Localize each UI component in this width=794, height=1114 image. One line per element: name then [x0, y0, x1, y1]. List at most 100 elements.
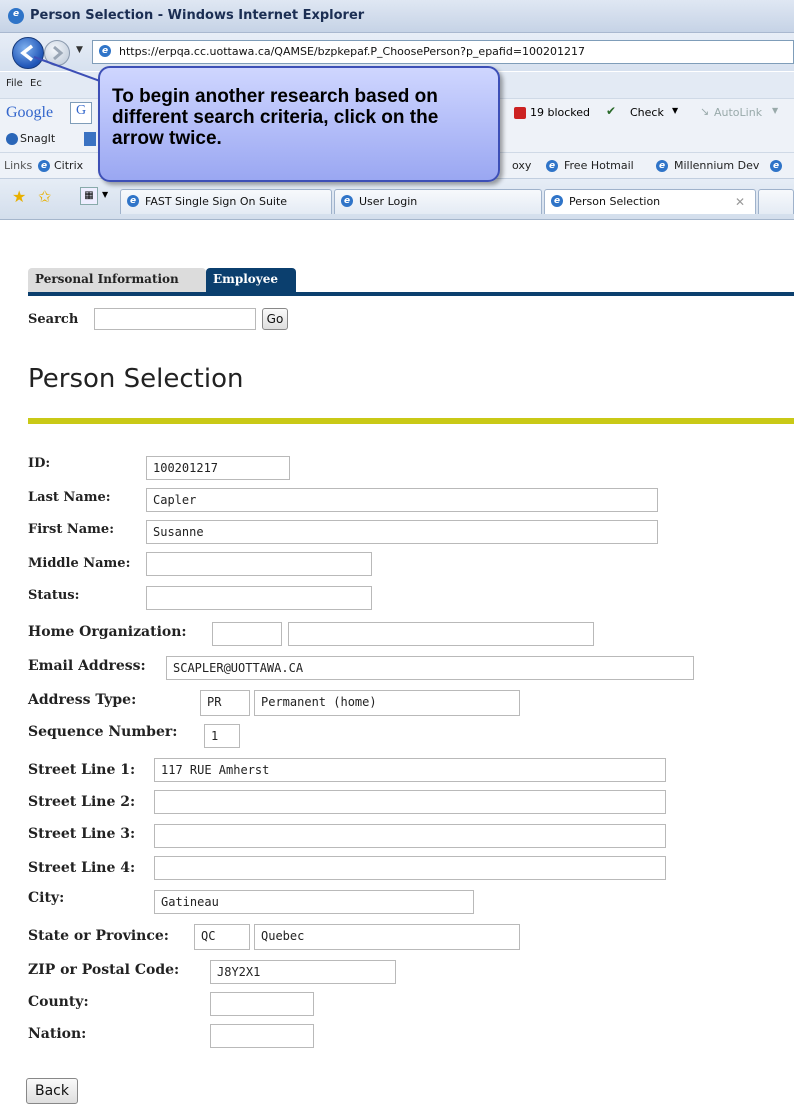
title-divider	[28, 418, 794, 424]
snagit-icon	[6, 133, 18, 145]
county-label: County:	[28, 994, 89, 1010]
back-button[interactable]: Back	[26, 1078, 78, 1104]
email-field[interactable]: SCAPLER@UOTTAWA.CA	[166, 656, 694, 680]
tab-label: Person Selection	[569, 195, 661, 208]
email-label: Email Address:	[28, 658, 146, 674]
first-name-label: First Name:	[28, 522, 114, 537]
tab-ie-icon: e	[341, 195, 353, 207]
street-line-3-field[interactable]	[154, 824, 666, 848]
tab-label: Personal Information	[35, 272, 179, 286]
search-label: Search	[28, 312, 79, 327]
popup-blocker-icon	[514, 107, 526, 119]
callout-text: To begin another research based on diffe…	[112, 86, 439, 149]
address-type-code-field[interactable]: PR	[200, 690, 250, 716]
snagit-capture-icon[interactable]	[84, 132, 96, 146]
street-line-1-field[interactable]: 117 RUE Amherst	[154, 758, 666, 782]
links-label: Links	[4, 159, 33, 172]
menu-edit[interactable]: Ec	[30, 78, 42, 89]
last-name-field[interactable]: Capler	[146, 488, 658, 512]
county-field[interactable]	[210, 992, 314, 1016]
tab-label: Employee	[213, 272, 279, 286]
street-line-2-label: Street Line 2:	[28, 794, 136, 810]
chevron-down-icon[interactable]: ▼	[772, 106, 778, 115]
search-input[interactable]	[94, 308, 256, 330]
middle-name-label: Middle Name:	[28, 556, 131, 571]
ie-logo-icon: e	[8, 8, 24, 24]
address-type-label: Address Type:	[28, 692, 137, 708]
spellcheck-button[interactable]: Check	[630, 106, 664, 119]
favorites-star-icon[interactable]: ★	[12, 187, 26, 206]
link-page-icon: e	[38, 160, 50, 172]
status-label: Status:	[28, 588, 80, 603]
state-province-label: State or Province:	[28, 928, 169, 944]
postal-code-label: ZIP or Postal Code:	[28, 962, 180, 978]
autolink-button[interactable]: AutoLink	[714, 106, 762, 119]
back-arrow-icon	[20, 44, 34, 62]
quick-tabs-icon[interactable]: ▦	[80, 187, 98, 205]
url-text: https://erpqa.cc.uottawa.ca/QAMSE/bzpkep…	[119, 45, 586, 58]
link-page-icon: e	[656, 160, 668, 172]
nation-field[interactable]	[210, 1024, 314, 1048]
snagit-button[interactable]: SnagIt	[20, 132, 55, 145]
go-button[interactable]: Go	[262, 308, 288, 330]
home-org-label: Home Organization:	[28, 624, 187, 640]
sequence-number-field[interactable]: 1	[204, 724, 240, 748]
state-province-desc-field[interactable]: Quebec	[254, 924, 520, 950]
google-search-box[interactable]: G	[70, 102, 92, 124]
spellcheck-icon: ✔	[606, 104, 617, 118]
tab-underline	[28, 292, 794, 296]
status-field[interactable]	[146, 586, 372, 610]
tab-ie-icon: e	[551, 195, 563, 207]
browser-back-button[interactable]	[12, 37, 44, 69]
middle-name-field[interactable]	[146, 552, 372, 576]
tab-ie-icon: e	[127, 195, 139, 207]
menu-file[interactable]: File	[6, 78, 23, 89]
new-tab-button[interactable]	[758, 189, 794, 214]
chevron-down-icon[interactable]: ▼	[672, 106, 678, 115]
link-free-hotmail[interactable]: Free Hotmail	[564, 159, 634, 172]
browser-tab-person-selection[interactable]: e Person Selection ✕	[544, 189, 756, 214]
popups-blocked-count[interactable]: 19 blocked	[530, 106, 590, 119]
link-citrix[interactable]: Citrix	[54, 159, 83, 172]
tab-label: User Login	[359, 195, 418, 208]
street-line-3-label: Street Line 3:	[28, 826, 136, 842]
city-label: City:	[28, 890, 65, 906]
id-label: ID:	[28, 456, 51, 471]
window-title: Person Selection - Windows Internet Expl…	[30, 8, 365, 23]
postal-code-field[interactable]: J8Y2X1	[210, 960, 396, 984]
link-millennium-dev[interactable]: Millennium Dev	[674, 159, 759, 172]
nation-label: Nation:	[28, 1026, 87, 1042]
browser-tab-fast-sso[interactable]: e FAST Single Sign On Suite	[120, 189, 332, 214]
instruction-callout: To begin another research based on diffe…	[98, 66, 500, 182]
link-page-icon: e	[546, 160, 558, 172]
tab-employee[interactable]: Employee	[206, 268, 296, 292]
street-line-1-label: Street Line 1:	[28, 762, 136, 778]
state-province-code-field[interactable]: QC	[194, 924, 250, 950]
autolink-icon: ↘	[700, 105, 710, 118]
street-line-2-field[interactable]	[154, 790, 666, 814]
city-field[interactable]: Gatineau	[154, 890, 474, 914]
tab-list-dropdown-icon[interactable]: ▼	[102, 190, 108, 199]
close-tab-icon[interactable]: ✕	[735, 195, 745, 209]
recent-pages-dropdown-icon[interactable]: ▼	[76, 45, 83, 55]
tab-label: FAST Single Sign On Suite	[145, 195, 288, 208]
link-proxy[interactable]: oxy	[512, 159, 531, 172]
street-line-4-label: Street Line 4:	[28, 860, 136, 876]
page-icon: e	[99, 45, 111, 57]
browser-tab-user-login[interactable]: e User Login	[334, 189, 542, 214]
last-name-label: Last Name:	[28, 490, 111, 505]
street-line-4-field[interactable]	[154, 856, 666, 880]
tab-personal-information[interactable]: Personal Information	[28, 268, 206, 292]
first-name-field[interactable]: Susanne	[146, 520, 658, 544]
google-logo: Google	[6, 104, 54, 121]
add-favorites-icon[interactable]: ✩	[38, 187, 51, 206]
id-field[interactable]: 100201217	[146, 456, 290, 480]
page-title: Person Selection	[28, 364, 244, 394]
home-org-desc-field[interactable]	[288, 622, 594, 646]
sequence-number-label: Sequence Number:	[28, 724, 178, 740]
address-type-desc-field[interactable]: Permanent (home)	[254, 690, 520, 716]
window-titlebar: e Person Selection - Windows Internet Ex…	[0, 0, 794, 33]
address-bar[interactable]: e https://erpqa.cc.uottawa.ca/QAMSE/bzpk…	[92, 40, 794, 64]
home-org-code-field[interactable]	[212, 622, 282, 646]
link-page-icon: e	[770, 160, 782, 172]
